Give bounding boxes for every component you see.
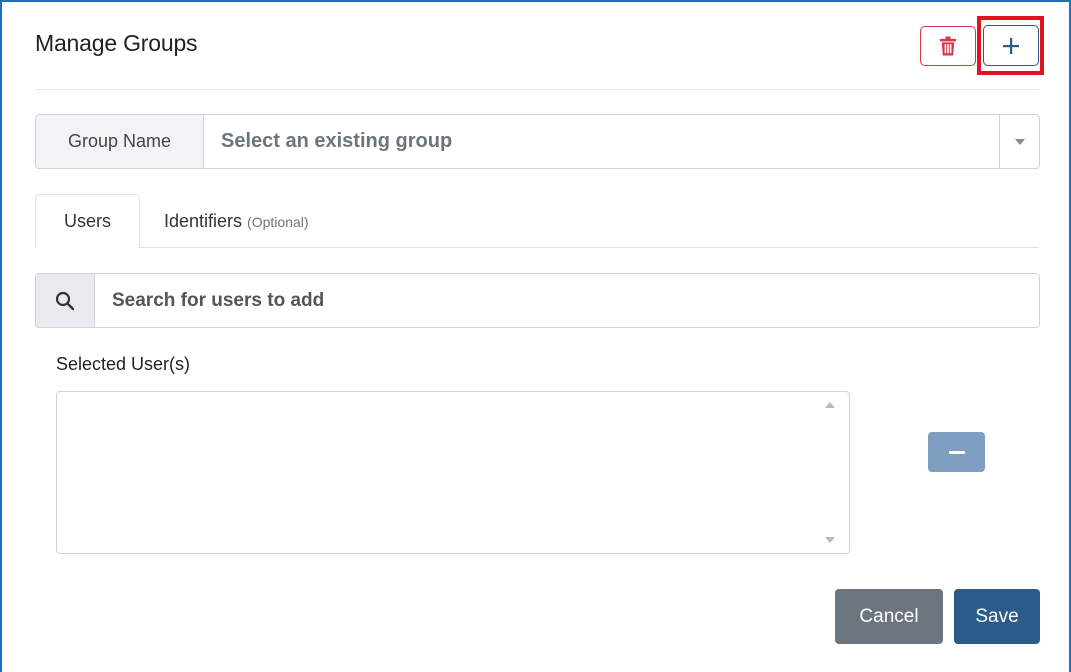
- minus-icon: [948, 450, 965, 454]
- search-addon: [36, 274, 95, 327]
- selected-users-label: Selected User(s): [56, 354, 191, 374]
- save-button[interactable]: Save: [954, 589, 1040, 644]
- delete-group-button[interactable]: [920, 26, 976, 66]
- scroll-down-icon[interactable]: [825, 537, 835, 543]
- group-name-select[interactable]: Group Name Select an existing group: [35, 114, 1040, 169]
- tab-users[interactable]: Users: [35, 194, 140, 249]
- trash-icon: [940, 36, 956, 56]
- cancel-button[interactable]: Cancel: [835, 589, 943, 644]
- tab-users-label: Users: [63, 211, 111, 231]
- header-divider: [35, 89, 1039, 90]
- group-name-label: Group Name: [36, 115, 204, 168]
- user-search: [35, 273, 1040, 328]
- selected-users-list[interactable]: [56, 391, 850, 554]
- dropdown-toggle[interactable]: [999, 115, 1039, 168]
- search-icon: [55, 291, 75, 310]
- group-select-value[interactable]: Select an existing group: [204, 115, 999, 168]
- scroll-up-icon[interactable]: [825, 402, 835, 408]
- remove-user-button[interactable]: [928, 432, 985, 472]
- add-group-button[interactable]: [983, 25, 1039, 66]
- page-title: Manage Groups: [35, 30, 198, 56]
- plus-icon: [1003, 37, 1019, 54]
- search-input[interactable]: [95, 274, 1039, 327]
- tab-identifiers[interactable]: Identifiers (Optional): [164, 194, 309, 249]
- tab-identifiers-label: Identifiers: [164, 211, 243, 231]
- manage-groups-dialog: Manage Groups Group Name Select an exist…: [0, 0, 1071, 672]
- tab-optional-suffix: (Optional): [247, 213, 309, 230]
- chevron-down-icon: [1014, 138, 1025, 145]
